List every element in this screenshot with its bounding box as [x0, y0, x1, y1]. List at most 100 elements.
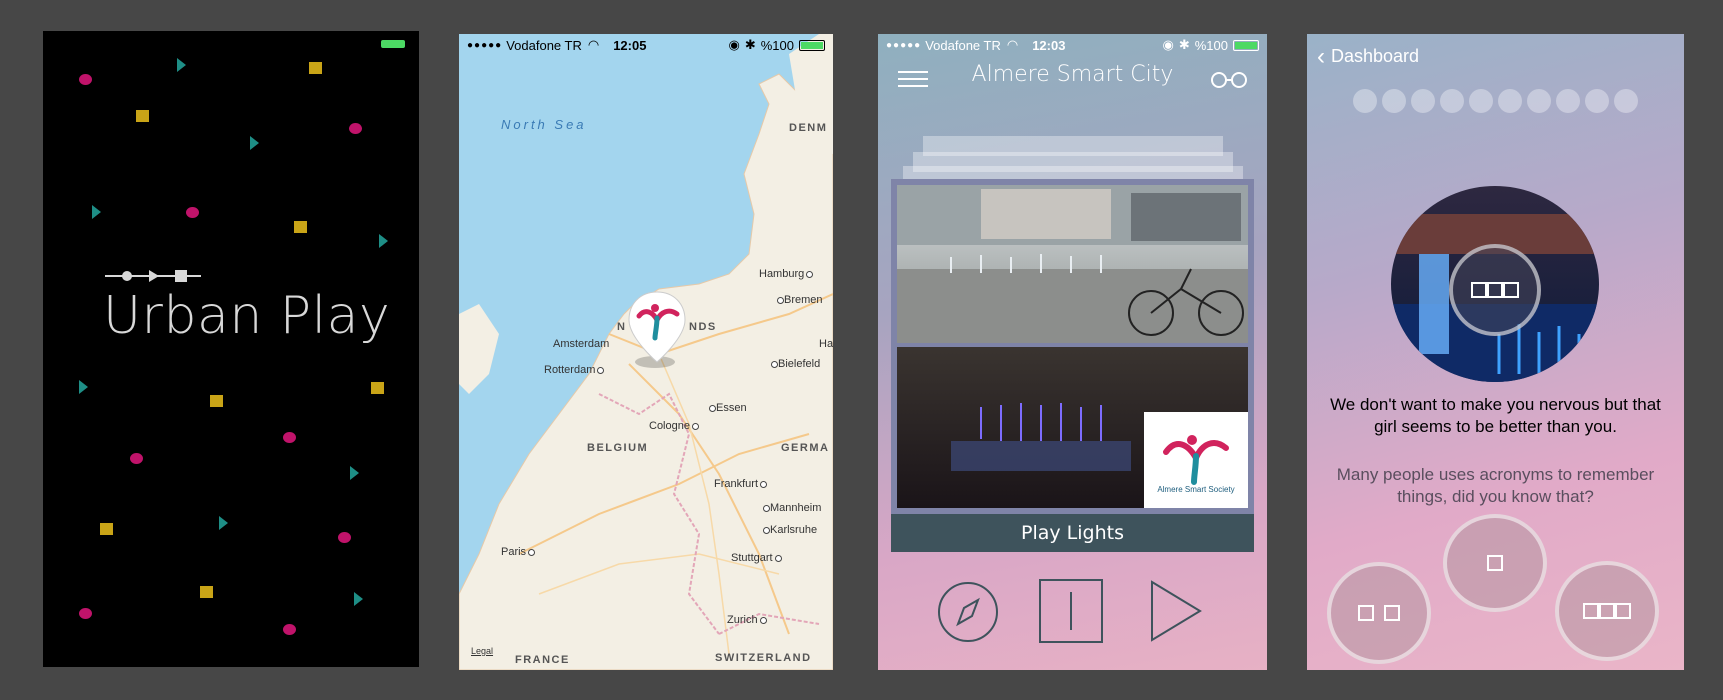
decor-square	[100, 523, 113, 535]
battery-icon	[1233, 39, 1259, 51]
map-label-bremen: Bremen	[775, 294, 823, 306]
avatar-badge-button[interactable]	[1449, 244, 1541, 336]
decor-triangle	[219, 516, 228, 530]
alarm-icon: ◉	[1162, 37, 1174, 52]
map-label-amsterdam: Amsterdam	[553, 338, 610, 350]
answer-three-squares-button[interactable]	[1555, 561, 1659, 661]
map-label-frankfurt: Frankfurt	[714, 478, 768, 490]
decor-square	[371, 382, 384, 394]
three-squares-icon	[1583, 603, 1631, 619]
back-label: Dashboard	[1331, 46, 1420, 66]
quiz-message: We don't want to make you nervous but th…	[1330, 395, 1661, 436]
app-title: Urban Play	[103, 286, 391, 346]
signal-icon: ●●●●●	[467, 39, 503, 51]
map-label-essen: Essen	[707, 402, 747, 414]
battery-percent: %100	[760, 37, 794, 53]
decor-dot	[186, 207, 199, 218]
back-button[interactable]: ‹ Dashboard	[1317, 42, 1420, 70]
glasses-icon[interactable]	[1210, 72, 1248, 88]
sponsor-logo-text: Almere Smart Society	[1157, 485, 1235, 494]
progress-dot	[1527, 89, 1551, 113]
map-label-rotterdam: Rotterdam	[544, 364, 605, 376]
sponsor-logo: Almere Smart Society	[1144, 412, 1248, 508]
urban-play-logo-mark	[105, 270, 201, 282]
compass-icon[interactable]	[936, 580, 1000, 644]
progress-dot	[1498, 89, 1522, 113]
map-label-stuttgart: Stuttgart	[731, 552, 782, 564]
status-time: 12:03	[1032, 37, 1066, 53]
decor-triangle	[350, 466, 359, 480]
answer-two-squares-button[interactable]	[1327, 562, 1431, 664]
progress-dot	[1556, 89, 1580, 113]
map-label-bielefeld: Bielefeld	[769, 358, 820, 370]
alarm-icon: ◉	[728, 37, 740, 52]
progress-dot	[1614, 89, 1638, 113]
status-bar: ●●●●● Vodafone TR ◠ 12:03 ◉ ✱ %100	[878, 34, 1267, 56]
decor-triangle	[92, 205, 101, 219]
signal-icon: ●●●●●	[886, 39, 922, 51]
decor-square	[200, 586, 213, 598]
decor-dot	[130, 453, 143, 464]
decor-triangle	[354, 592, 363, 606]
map-label-germany: GERMA	[781, 442, 830, 454]
map-label-denmark: DENM	[789, 122, 828, 134]
legal-link[interactable]: Legal	[471, 646, 493, 656]
wifi-icon: ◠	[1006, 37, 1019, 52]
play-icon[interactable]	[1150, 580, 1204, 642]
one-square-icon	[1487, 555, 1503, 571]
map-label-netherlands-b: NDS	[689, 321, 717, 333]
map-label-switzerland: SWITZERLAND	[715, 652, 812, 664]
info-icon[interactable]	[1038, 578, 1104, 644]
location-pin-icon[interactable]	[625, 290, 689, 368]
battery-icon	[799, 39, 825, 51]
progress-dot	[1469, 89, 1493, 113]
photo-card[interactable]: Almere Smart Society	[891, 179, 1254, 514]
three-squares-icon	[1471, 282, 1519, 298]
decor-dot	[79, 74, 92, 85]
decor-square	[294, 221, 307, 233]
decor-square	[309, 62, 322, 74]
two-squares-icon	[1358, 605, 1400, 621]
decor-dot	[283, 624, 296, 635]
map-label-mannheim: Mannheim	[761, 502, 821, 514]
map-screen[interactable]: ●●●●● Vodafone TR ◠ 12:05 ◉ ✱ %100 North…	[459, 34, 833, 670]
map-label-zurich: Zurich	[727, 614, 767, 626]
decor-dot	[283, 432, 296, 443]
decor-dot	[338, 532, 351, 543]
battery-percent: %100	[1194, 37, 1228, 53]
page-title: Almere Smart City	[971, 62, 1174, 87]
progress-dot	[1353, 89, 1377, 113]
map-label-hamburg: Hamburg	[759, 268, 814, 280]
carrier-name: Vodafone TR	[506, 37, 582, 53]
quiz-screen: ‹ Dashboard We don't want to make you ne…	[1307, 34, 1684, 670]
decor-dot	[79, 608, 92, 619]
decor-square	[210, 395, 223, 407]
carrier-name: Vodafone TR	[925, 37, 1001, 53]
decor-triangle	[79, 380, 88, 394]
status-bar: ●●●●● Vodafone TR ◠ 12:05 ◉ ✱ %100	[459, 34, 833, 56]
wifi-icon: ◠	[587, 37, 600, 52]
status-time: 12:05	[613, 37, 647, 53]
map-label-paris: Paris	[501, 546, 536, 558]
map-label-sea: North Sea	[501, 117, 587, 132]
answer-one-square-button[interactable]	[1443, 514, 1547, 612]
photo-caption: Play Lights	[891, 514, 1254, 552]
progress-dot	[1440, 89, 1464, 113]
progress-dots	[1353, 89, 1638, 113]
bluetooth-icon: ✱	[1178, 37, 1190, 52]
decor-dot	[349, 123, 362, 134]
splash-screen: Urban Play	[43, 31, 419, 667]
map-label-cologne: Cologne	[649, 420, 699, 432]
map-label-karlsruhe: Karlsruhe	[761, 524, 817, 536]
progress-dot	[1411, 89, 1435, 113]
chevron-left-icon: ‹	[1317, 42, 1325, 70]
progress-dot	[1585, 89, 1609, 113]
decor-square	[136, 110, 149, 122]
battery-icon	[381, 40, 405, 48]
detail-screen: ●●●●● Vodafone TR ◠ 12:03 ◉ ✱ %100 Almer…	[878, 34, 1267, 670]
progress-dot	[1382, 89, 1406, 113]
map-label-france: FRANCE	[515, 654, 570, 666]
map-label-ha: Ha	[819, 338, 833, 350]
bluetooth-icon: ✱	[744, 37, 756, 52]
map-label-belgium: BELGIUM	[587, 442, 649, 454]
